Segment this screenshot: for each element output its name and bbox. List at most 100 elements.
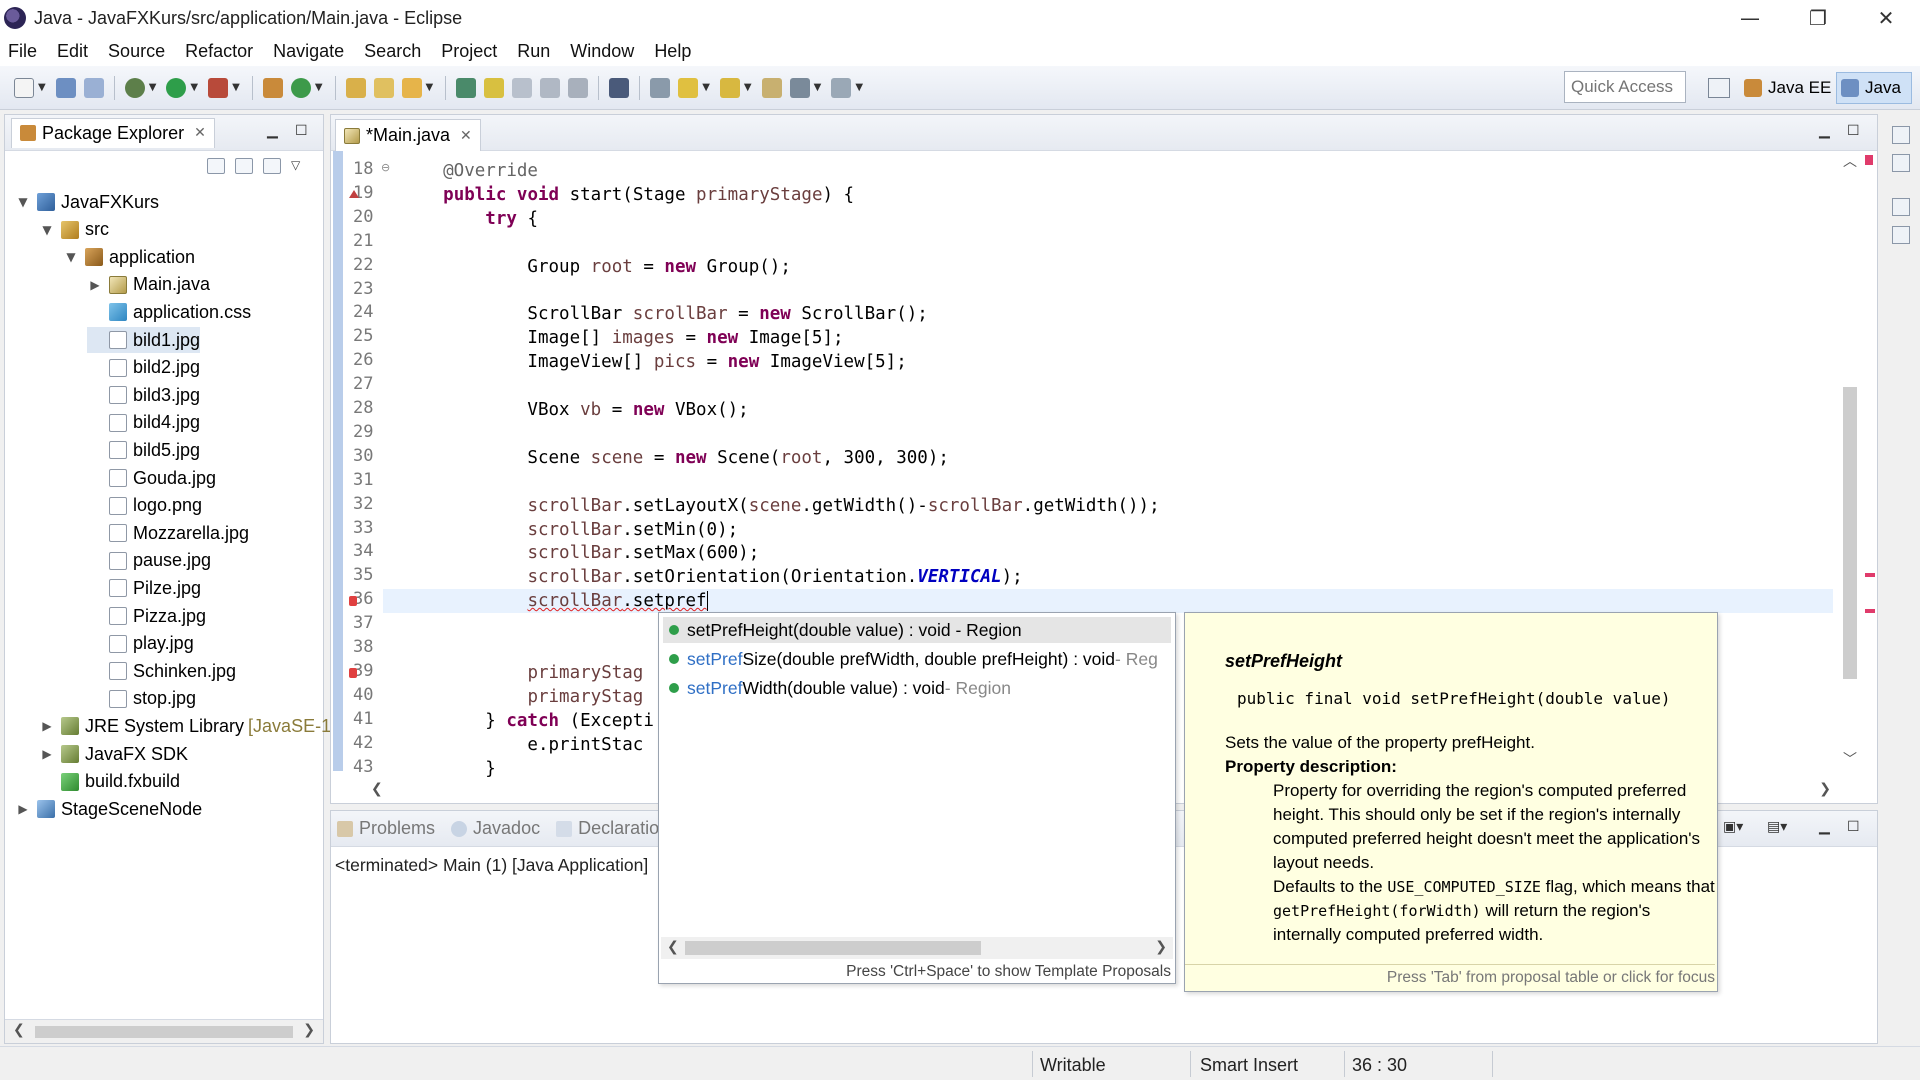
scrollbar-thumb[interactable] [1843, 387, 1857, 679]
tree-item[interactable]: Pizza.jpg [87, 603, 206, 629]
tree-item[interactable]: Gouda.jpg [87, 465, 216, 491]
code-line[interactable]: public void start(Stage primaryStage) { [401, 183, 854, 207]
menu-source[interactable]: Source [108, 41, 165, 62]
forward-icon[interactable] [831, 77, 852, 98]
last-edit-location-icon[interactable] [761, 77, 782, 98]
error-marker-icon[interactable] [349, 667, 357, 678]
back-icon[interactable] [789, 77, 810, 98]
overview-error-marker[interactable] [1865, 609, 1875, 613]
menu-edit[interactable]: Edit [57, 41, 88, 62]
code-line[interactable]: e.printStac [401, 733, 643, 757]
previous-annotation-dropdown-icon[interactable]: ▼ [744, 82, 752, 93]
terminal-icon[interactable] [609, 77, 630, 98]
collapsed-chevron-icon[interactable]: ▶ [39, 719, 55, 733]
tree-item[interactable]: bild3.jpg [87, 382, 200, 408]
new-dropdown-icon[interactable]: ▼ [38, 82, 46, 93]
forward-dropdown-icon[interactable]: ▼ [855, 82, 863, 93]
code-line[interactable]: @Override [401, 159, 538, 183]
code-line[interactable]: Scene scene = new Scene(root, 300, 300); [401, 446, 949, 470]
code-line[interactable]: scrollBar.setOrientation(Orientation.VER… [401, 565, 1022, 589]
tree-item[interactable]: build.fxbuild [39, 769, 180, 795]
menu-search[interactable]: Search [364, 41, 421, 62]
open-console-icon[interactable]: ▤▾ [1767, 819, 1787, 835]
tree-item[interactable]: bild2.jpg [87, 355, 200, 381]
tree-item[interactable]: ▼ application [63, 244, 195, 270]
view-menu-icon[interactable]: ▽ [291, 158, 309, 174]
scroll-up-icon[interactable]: ︿ [1843, 151, 1857, 171]
minimize-view-icon[interactable]: ▁ [267, 123, 278, 139]
scroll-left-icon[interactable]: ❮ [371, 781, 383, 797]
error-marker-icon[interactable] [349, 596, 357, 607]
code-line[interactable]: } [401, 757, 496, 781]
run-dropdown-icon[interactable]: ▼ [190, 82, 198, 93]
collapsed-chevron-icon[interactable]: ▶ [87, 278, 103, 292]
previous-annotation-icon[interactable] [719, 77, 740, 98]
debug-icon[interactable] [124, 77, 145, 98]
proposal-item[interactable]: setPref Width(double value) : void - Regi… [663, 675, 1171, 701]
scroll-right-icon[interactable]: ❯ [303, 1022, 315, 1038]
collapse-all-icon[interactable] [207, 158, 225, 174]
code-line[interactable]: scrollBar.setLayoutX(scene.getWidth()-sc… [401, 494, 1159, 518]
overview-ruler[interactable] [1863, 151, 1877, 771]
tab-main-java[interactable]: *Main.java ✕ [335, 119, 481, 151]
fold-collapse-icon[interactable]: ⊖ [381, 161, 390, 174]
code-line[interactable]: VBox vb = new VBox(); [401, 398, 748, 422]
restore-icon[interactable] [1892, 198, 1910, 216]
next-annotation-icon[interactable] [678, 77, 699, 98]
proposal-item[interactable]: setPrefHeight(double value) : void - Reg… [663, 617, 1171, 643]
minimize-view-icon[interactable]: ▁ [1819, 819, 1830, 835]
close-button[interactable]: ✕ [1852, 0, 1920, 36]
code-line[interactable]: primaryStag [401, 685, 643, 709]
scroll-down-icon[interactable]: ﹀ [1843, 749, 1857, 769]
menu-project[interactable]: Project [441, 41, 497, 62]
maximize-view-icon[interactable]: ☐ [295, 123, 308, 139]
toggle-breadcrumb-icon[interactable] [456, 77, 477, 98]
code-line[interactable]: scrollBar.setMax(600); [401, 541, 759, 565]
code-line[interactable]: scrollBar.setpref [383, 589, 1833, 614]
tree-item[interactable]: bild5.jpg [87, 437, 200, 463]
close-icon[interactable]: ✕ [194, 125, 206, 141]
tree-item[interactable]: Schinken.jpg [87, 658, 236, 684]
close-icon[interactable]: ✕ [460, 128, 472, 144]
mark-occurrences-icon[interactable] [484, 77, 505, 98]
code-line[interactable]: Image[] images = new Image[5]; [401, 326, 843, 350]
tree-item[interactable]: application.css [87, 299, 251, 325]
tree-item[interactable]: ▼ JavaFXKurs [15, 189, 159, 215]
menu-run[interactable]: Run [517, 41, 550, 62]
scroll-right-icon[interactable]: ❯ [1155, 939, 1167, 955]
minimize-editor-icon[interactable]: ▁ [1819, 123, 1830, 139]
block-selection-icon[interactable] [512, 77, 533, 98]
tab-package-explorer[interactable]: Package Explorer ✕ [11, 117, 215, 148]
tab-javadoc[interactable]: Javadoc [451, 818, 540, 839]
collapsed-chevron-icon[interactable]: ▶ [15, 802, 31, 816]
perspective-java-ee[interactable]: Java EE [1744, 72, 1831, 104]
maximize-view-icon[interactable]: ☐ [1847, 819, 1860, 835]
show-whitespace-icon[interactable] [568, 77, 589, 98]
collapsed-chevron-icon[interactable]: ▶ [39, 747, 55, 761]
scroll-left-icon[interactable]: ❮ [13, 1022, 25, 1038]
override-marker-icon[interactable] [349, 189, 359, 198]
tree-item[interactable]: Mozzarella.jpg [87, 520, 249, 546]
tree-item[interactable]: Pilze.jpg [87, 575, 201, 601]
display-console-icon[interactable]: ▣▾ [1723, 819, 1743, 835]
code-line[interactable]: scrollBar.setMin(0); [401, 518, 738, 542]
code-line[interactable]: try { [401, 207, 538, 231]
scroll-right-icon[interactable]: ❯ [1819, 781, 1831, 797]
new-java-package-icon[interactable] [262, 77, 283, 98]
overview-error-marker[interactable] [1865, 155, 1873, 165]
vertical-scrollbar[interactable]: ︿ ﹀ [1839, 151, 1861, 771]
tab-problems[interactable]: Problems [337, 818, 435, 839]
search-dropdown-icon[interactable]: ▼ [426, 82, 434, 93]
search-icon[interactable] [401, 77, 422, 98]
open-task-icon[interactable] [373, 77, 394, 98]
save-all-icon[interactable] [83, 77, 104, 98]
external-tools-icon[interactable] [208, 77, 229, 98]
horizontal-scrollbar[interactable]: ❮ ❯ [5, 1019, 323, 1043]
scroll-left-icon[interactable]: ❮ [667, 939, 679, 955]
scrollbar-thumb[interactable] [35, 1026, 293, 1038]
open-type-icon[interactable] [345, 77, 366, 98]
menu-refactor[interactable]: Refactor [185, 41, 253, 62]
status-cursor-position[interactable]: 36 : 30 [1352, 1055, 1407, 1076]
restore-icon[interactable] [1892, 126, 1910, 144]
tree-item[interactable]: bild1.jpg [87, 327, 201, 353]
